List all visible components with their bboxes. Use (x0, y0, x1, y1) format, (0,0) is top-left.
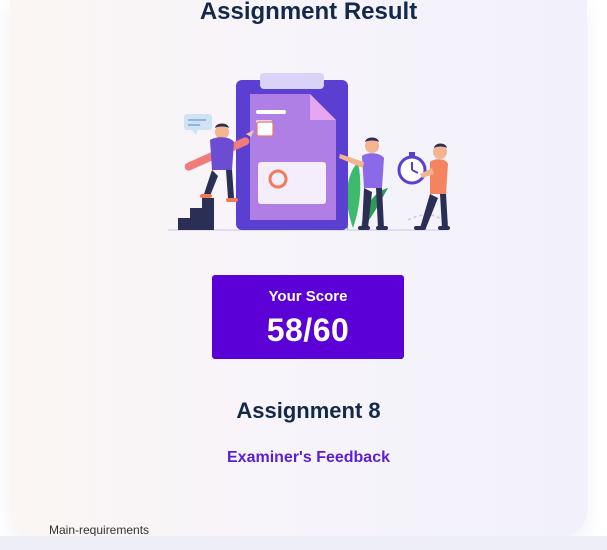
clipboard-icon (236, 73, 348, 230)
stopwatch-icon (397, 152, 427, 185)
person-with-stopwatch-icon (414, 143, 450, 230)
score-label: Your Score (268, 288, 348, 305)
examiners-feedback-link[interactable]: Examiner's Feedback (10, 449, 607, 467)
assignment-name: Assignment 8 (236, 398, 381, 423)
main-requirements-label: Main-requirements (49, 523, 150, 537)
result-card: Assignment Result Your Score 58/60 Assig… (10, 0, 587, 537)
score-card: Your Score 58/60 (212, 275, 404, 359)
page-title: Assignment Result (199, 0, 418, 25)
stairs-icon (178, 198, 214, 230)
chat-bubble-icon (184, 114, 212, 135)
bottom-strip (0, 536, 607, 550)
assignment-result-illustration (168, 73, 450, 231)
score-value: 58/60 (266, 312, 350, 348)
